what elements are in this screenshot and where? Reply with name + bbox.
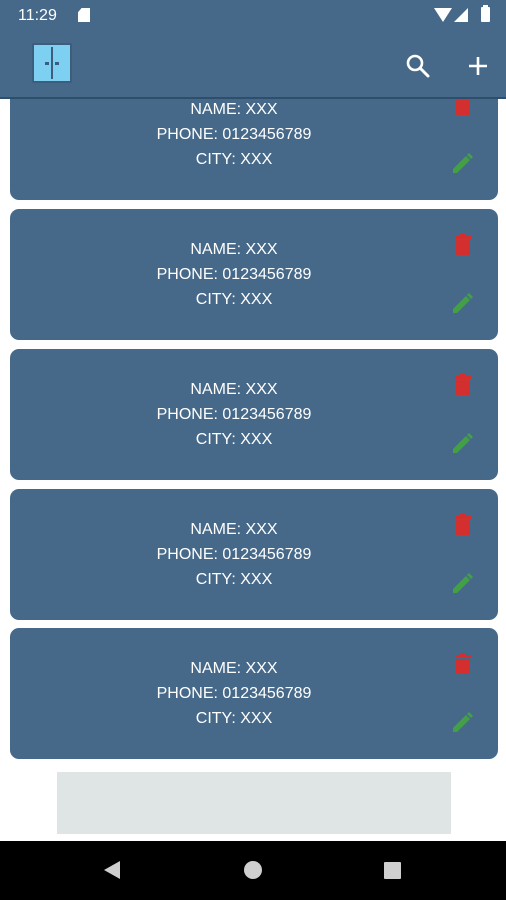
pencil-icon: [453, 153, 473, 173]
pencil-icon: [453, 573, 473, 593]
contact-phone: PHONE: 0123456789: [156, 406, 312, 423]
contact-card[interactable]: NAME: XXX PHONE: 0123456789 CITY: XXX: [10, 489, 498, 620]
double-door-icon: [32, 43, 72, 83]
trash-icon: [455, 234, 471, 255]
contact-name: NAME: XXX: [190, 101, 278, 118]
delete-button[interactable]: [451, 99, 475, 117]
edit-button[interactable]: [450, 711, 474, 735]
contact-card[interactable]: NAME: XXX PHONE: 0123456789 CITY: XXX: [10, 209, 498, 340]
edit-button[interactable]: [450, 292, 474, 316]
contact-name: NAME: XXX: [190, 521, 278, 538]
delete-button[interactable]: [451, 652, 475, 676]
trash-icon: [456, 100, 470, 115]
search-button[interactable]: [402, 50, 434, 82]
contact-list[interactable]: NAME: XXX PHONE: 0123456789 CITY: XXX NA…: [0, 99, 506, 841]
contact-city: CITY: XXX: [195, 431, 273, 448]
delete-button[interactable]: [451, 373, 475, 397]
contact-city: CITY: XXX: [195, 571, 273, 588]
pencil-icon: [453, 712, 473, 732]
wifi-icon: [434, 8, 452, 22]
sd-card-icon: [78, 8, 90, 22]
recents-icon[interactable]: [384, 862, 401, 879]
battery-icon: [481, 5, 490, 22]
delete-button[interactable]: [451, 513, 475, 537]
contact-card[interactable]: NAME: XXX PHONE: 0123456789 CITY: XXX: [10, 349, 498, 480]
contact-name: NAME: XXX: [190, 381, 278, 398]
add-button[interactable]: [462, 50, 494, 82]
contact-city: CITY: XXX: [195, 291, 273, 308]
trash-icon: [455, 374, 471, 395]
pencil-icon: [453, 433, 473, 453]
pencil-icon: [453, 293, 473, 313]
contact-city: CITY: XXX: [195, 151, 273, 168]
edit-button[interactable]: [450, 152, 474, 176]
contact-card[interactable]: NAME: XXX PHONE: 0123456789 CITY: XXX: [10, 628, 498, 759]
contact-phone: PHONE: 0123456789: [156, 685, 312, 702]
contact-city: CITY: XXX: [195, 710, 273, 727]
plus-icon: [469, 57, 487, 75]
edit-button[interactable]: [450, 432, 474, 456]
contact-name: NAME: XXX: [190, 660, 278, 677]
contact-phone: PHONE: 0123456789: [156, 546, 312, 563]
contact-name: NAME: XXX: [190, 241, 278, 258]
edit-button[interactable]: [450, 572, 474, 596]
contact-card[interactable]: NAME: XXX PHONE: 0123456789 CITY: XXX: [10, 99, 498, 200]
back-icon[interactable]: [104, 861, 120, 879]
trash-icon: [455, 653, 471, 674]
contact-phone: PHONE: 0123456789: [156, 266, 312, 283]
trash-icon: [455, 514, 471, 535]
cell-signal-icon: [454, 8, 468, 22]
delete-button[interactable]: [451, 233, 475, 257]
contact-phone: PHONE: 0123456789: [156, 126, 312, 143]
ad-banner[interactable]: [57, 772, 451, 834]
status-bar: 11:29: [0, 0, 506, 32]
system-nav-bar: [0, 841, 506, 900]
app-bar: [0, 32, 506, 99]
home-icon[interactable]: [244, 861, 262, 879]
search-icon: [406, 54, 430, 78]
status-time: 11:29: [18, 7, 57, 24]
